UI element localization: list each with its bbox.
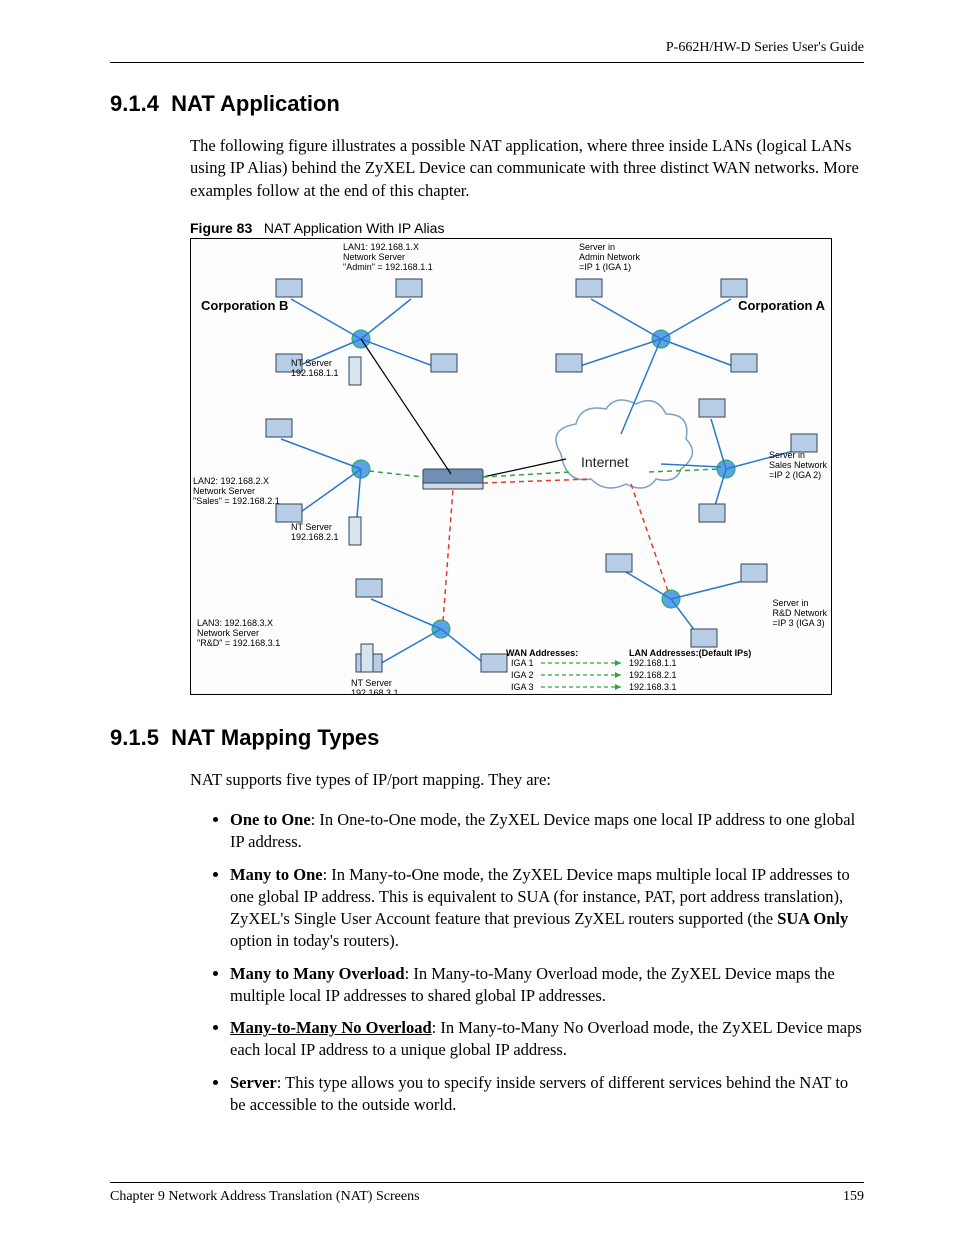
term-many-to-one: Many to One [230,865,323,884]
fig-lanip2: 192.168.2.1 [629,671,677,681]
section-title-2: NAT Mapping Types [171,725,379,750]
fig-server-rd: Server in R&D Network =IP 3 (IGA 3) [772,599,827,629]
list-item: Many to One: In Many-to-One mode, the Zy… [230,864,864,953]
fig-ntserver1: NT Server 192.168.1.1 [291,359,339,379]
section-914-paragraph: The following figure illustrates a possi… [110,135,864,202]
section-number: 9.1.4 [110,91,159,116]
section-heading-915: 9.1.5 NAT Mapping Types [110,725,864,751]
fig-internet-label: Internet [581,454,628,470]
fig-corpb-label: Corporation B [201,299,288,313]
desc-many-to-one-2: option in today's routers). [230,931,399,950]
header-guide-title: P-662H/HW-D Series User's Guide [110,40,864,56]
figure-caption: Figure 83 NAT Application With IP Alias [110,220,864,236]
footer-page-number: 159 [843,1189,864,1205]
desc-many-to-one: : In Many-to-One mode, the ZyXEL Device … [230,865,850,929]
list-item: Many to Many Overload: In Many-to-Many O… [230,963,864,1008]
footer: Chapter 9 Network Address Translation (N… [110,1189,864,1205]
section-heading-914: 9.1.4 NAT Application [110,91,864,117]
fig-lanip3: 192.168.3.1 [629,683,677,693]
desc-one-to-one: : In One-to-One mode, the ZyXEL Device m… [230,810,855,851]
term-mtm-no-overload: Many-to-Many No Overload [230,1018,432,1037]
term-server: Server [230,1073,277,1092]
term-mtm-overload: Many to Many Overload [230,964,405,983]
fig-iga2: IGA 2 [511,671,534,681]
footer-chapter: Chapter 9 Network Address Translation (N… [110,1189,420,1205]
fig-lan1-label: LAN1: 192.168.1.X Network Server "Admin"… [343,243,433,273]
fig-server-sales: Server in Sales Network =IP 2 (IGA 2) [769,451,827,481]
term-one-to-one: One to One [230,810,311,829]
fig-iga1: IGA 1 [511,659,534,669]
fig-corpa-label: Corporation A [738,299,825,313]
list-item: Many-to-Many No Overload: In Many-to-Man… [230,1017,864,1062]
section-915-intro: NAT supports five types of IP/port mappi… [110,769,864,791]
section-title: NAT Application [171,91,340,116]
fig-lan3-label: LAN3: 192.168.3.X Network Server "R&D" =… [197,619,280,649]
fig-iga3: IGA 3 [511,683,534,693]
fig-lanip1: 192.168.1.1 [629,659,677,669]
fig-server-admin: Server in Admin Network =IP 1 (IGA 1) [579,243,640,273]
fig-lan2-label: LAN2: 192.168.2.X Network Server "Sales"… [193,477,280,507]
mapping-types-list: One to One: In One-to-One mode, the ZyXE… [190,809,864,1116]
fig-ntserver2: NT Server 192.168.2.1 [291,523,339,543]
bold-sua-only: SUA Only [777,909,848,928]
list-item: One to One: In One-to-One mode, the ZyXE… [230,809,864,854]
header-rule [110,62,864,63]
figure-number: Figure 83 [190,220,252,236]
fig-ntserver3: NT Server 192.168.3.1 [351,679,399,695]
desc-server: : This type allows you to specify inside… [230,1073,848,1114]
list-item: Server: This type allows you to specify … [230,1072,864,1117]
figure-diagram: LAN1: 192.168.1.X Network Server "Admin"… [190,238,832,695]
section-number-2: 9.1.5 [110,725,159,750]
figure-title: NAT Application With IP Alias [264,220,445,236]
footer-rule [110,1182,864,1183]
